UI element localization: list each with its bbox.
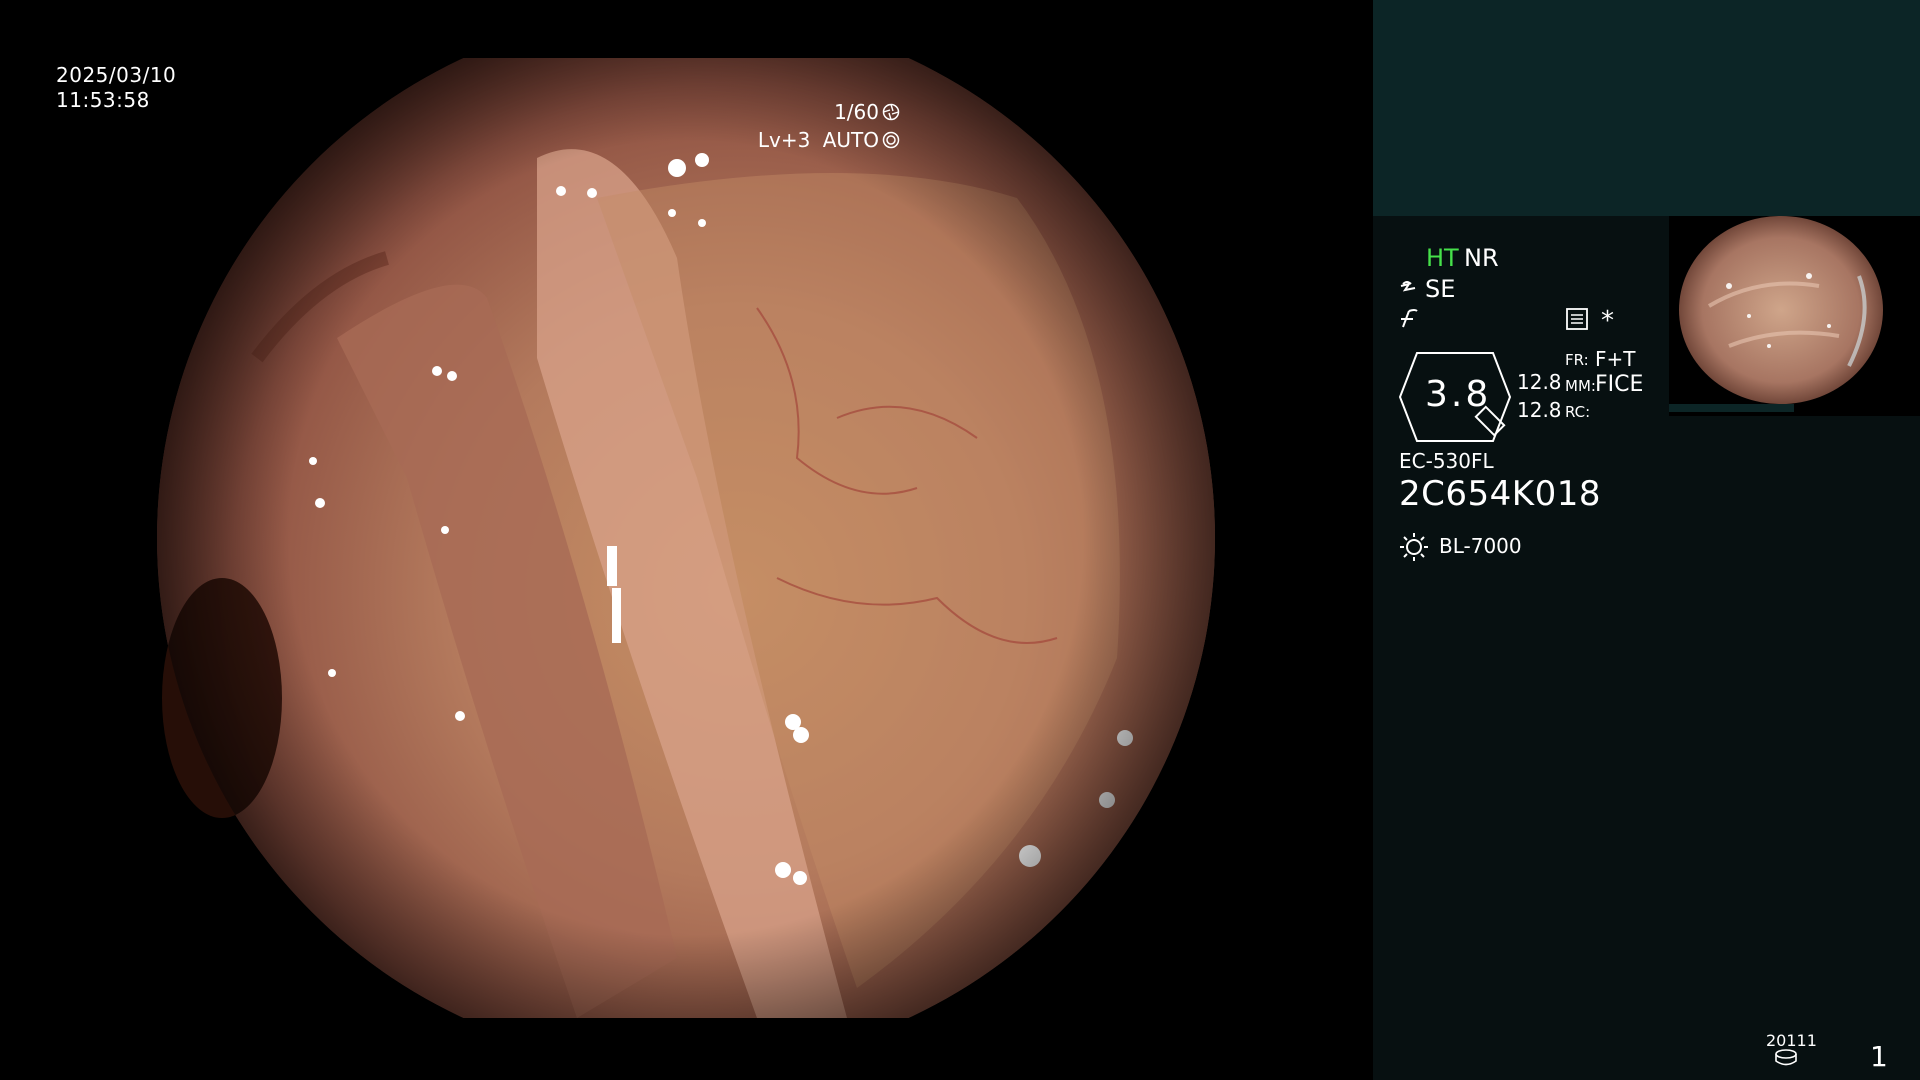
date-display: 2025/03/10 — [56, 63, 177, 87]
parameter-value-2: 12.8 — [1517, 398, 1562, 422]
fr-label: FR: — [1565, 351, 1589, 369]
mm-value: FICE — [1595, 372, 1644, 397]
settings-list-icon — [1566, 308, 1588, 330]
enhancement-icon — [1401, 309, 1418, 328]
iris-mode-value: AUTO — [822, 128, 879, 152]
se-indicator: SE — [1425, 275, 1456, 303]
shutter-speed-indicator: 1/60 — [834, 102, 900, 122]
time-display: 11:53:58 — [56, 88, 150, 112]
shutter-speed-value: 1/60 — [834, 100, 879, 124]
aperture-icon — [882, 103, 900, 121]
rc-label: RC: — [1565, 403, 1591, 421]
brightness-level-indicator: Lv+3 AUTO — [758, 130, 900, 150]
nr-indicator: NR — [1464, 244, 1499, 272]
zoom-value: 3.8 — [1425, 374, 1492, 415]
scope-serial-number: 2C654K018 — [1399, 474, 1601, 514]
panel-header-area — [1373, 0, 1920, 216]
ht-indicator: HT — [1426, 244, 1459, 272]
capture-marker: * — [1601, 306, 1614, 336]
info-panel: HT NR SE * 3.8 12.8 12.8 FR: F+T MM: FIC… — [1373, 0, 1920, 1080]
storage-icon — [1775, 1049, 1797, 1066]
auto-iris-icon — [882, 131, 900, 149]
captured-image-thumbnail[interactable] — [1669, 216, 1920, 416]
mm-label: MM: — [1565, 377, 1596, 395]
structure-enhance-icon — [1400, 281, 1416, 292]
study-number: 20111 — [1766, 1031, 1817, 1050]
endoscope-view — [157, 58, 1215, 1018]
thumbnail-status-bar — [1669, 404, 1794, 412]
scope-model: EC-530FL — [1399, 449, 1494, 473]
level-value: Lv+3 — [757, 128, 811, 152]
image-count: 1 — [1870, 1040, 1888, 1073]
light-source-icon — [1400, 533, 1428, 561]
parameter-value-1: 12.8 — [1517, 370, 1562, 394]
fr-value: F+T — [1595, 347, 1636, 371]
light-source-model: BL-7000 — [1439, 534, 1522, 558]
